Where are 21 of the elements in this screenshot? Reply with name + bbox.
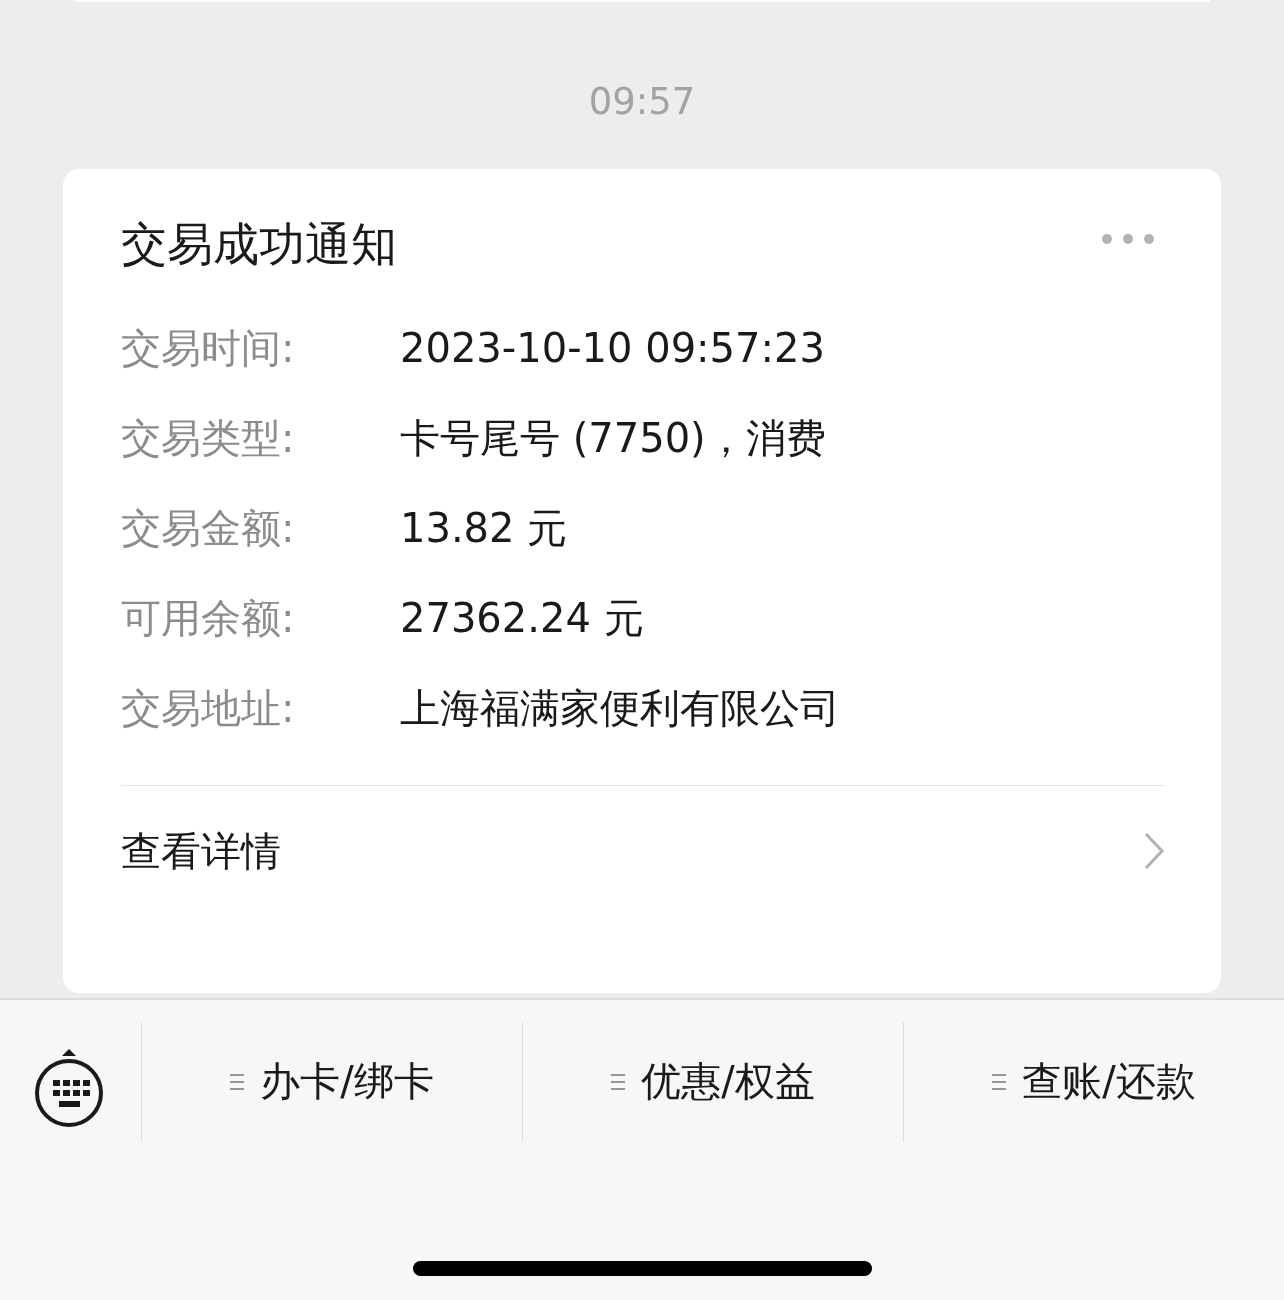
submenu-icon bbox=[992, 1072, 1007, 1091]
menu-button[interactable]: 办卡/绑卡 bbox=[230, 1050, 434, 1113]
field-label: 交易金额: bbox=[121, 503, 296, 553]
details-link[interactable]: 查看详情 bbox=[121, 786, 1165, 916]
submenu-icon bbox=[611, 1072, 626, 1091]
submenu-icon bbox=[230, 1072, 245, 1091]
message-time: 09:57 bbox=[588, 80, 696, 124]
chevron-right-icon bbox=[1143, 831, 1165, 871]
field-value: 卡号尾号 (7750)，消费 bbox=[400, 413, 826, 463]
menu-button[interactable]: 查账/还款 bbox=[992, 1050, 1196, 1113]
field-value: 2023-10-10 09:57:23 bbox=[400, 325, 825, 371]
field-label: 交易地址: bbox=[121, 683, 296, 733]
menu-button[interactable]: 优惠/权益 bbox=[611, 1050, 815, 1113]
field-label: 可用余额: bbox=[121, 593, 296, 643]
field-value: 上海福满家便利有限公司 bbox=[400, 683, 840, 733]
card-title: 交易成功通知 bbox=[121, 216, 397, 273]
field-value: 13.82 元 bbox=[400, 503, 568, 553]
field-value: 27362.24 元 bbox=[400, 593, 644, 643]
more-icon[interactable] bbox=[1101, 233, 1155, 245]
field-label: 交易时间: bbox=[121, 323, 296, 373]
field-label: 交易类型: bbox=[121, 413, 296, 463]
